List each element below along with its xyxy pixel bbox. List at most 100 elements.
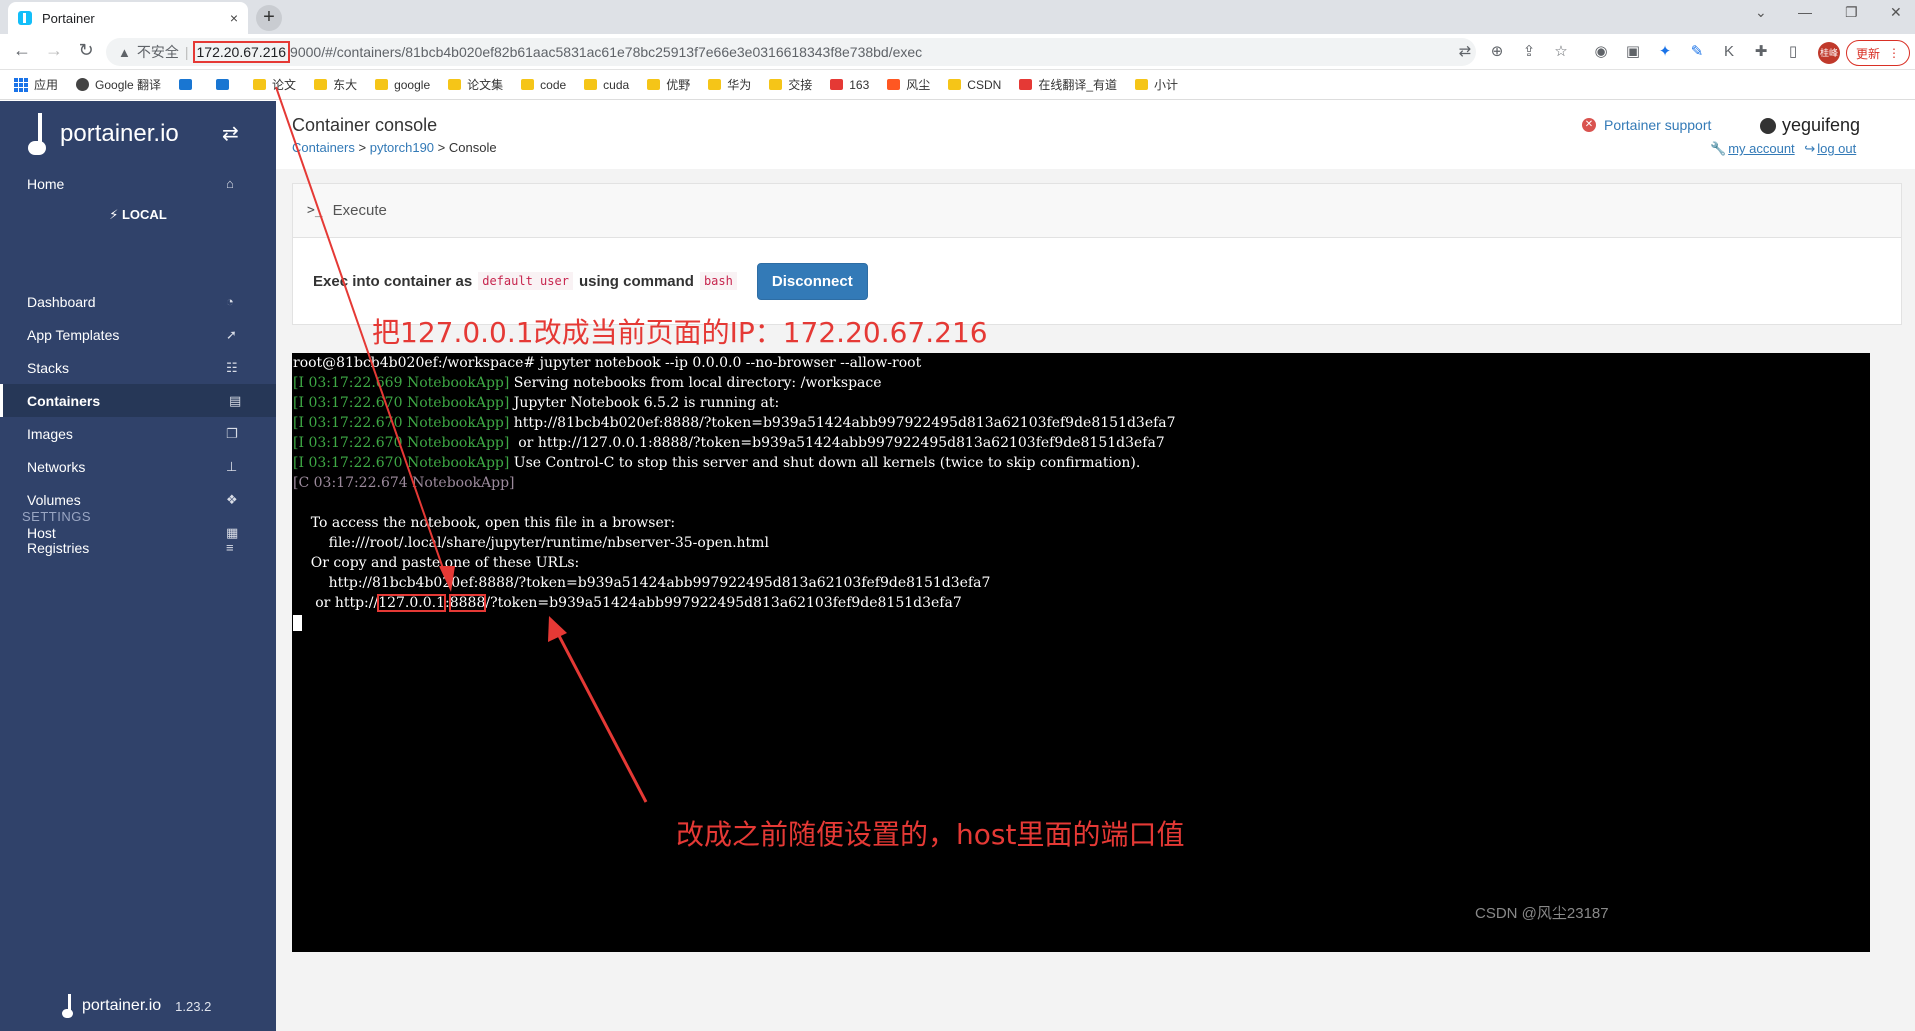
bookmark-item[interactable]: 论文 [253, 76, 296, 93]
version-label: 1.23.2 [175, 998, 212, 1014]
terminal-log-line: [I 03:17:22.670 NotebookApp] or http://1… [293, 433, 1870, 453]
sidebar-item-label: Stacks [27, 359, 70, 376]
sidebar-item-images[interactable]: Images ❐ [0, 417, 276, 450]
sidebar-item-dashboard[interactable]: Dashboard ◔ [0, 285, 276, 318]
back-icon[interactable]: ← [10, 40, 34, 61]
bookmark-label: 东大 [333, 78, 358, 92]
tab-title: Portainer [42, 10, 95, 26]
endpoint-label: LOCAL [121, 207, 167, 222]
bookmark-item[interactable]: cuda [584, 78, 629, 92]
sidebar-item-label: Images [27, 425, 73, 442]
update-button[interactable]: 更新 ⋮ [1846, 40, 1910, 66]
extension-glasses-icon[interactable]: ◉ [1592, 43, 1610, 61]
bookmark-item[interactable]: 小计 [1135, 76, 1178, 93]
sign-out-icon: ↪ [1804, 141, 1816, 156]
terminal-console[interactable]: root@81bcb4b020ef:/workspace# jupyter no… [292, 353, 1870, 952]
close-tab-icon[interactable]: × [230, 10, 238, 26]
portainer-support-link[interactable]: ✕ Portainer support [1582, 117, 1711, 133]
browser-tab-bar: Portainer × + ⌄ — ❐ ✕ [0, 0, 1915, 34]
breadcrumb-separator: > [437, 140, 446, 155]
bookmark-item[interactable]: google [375, 78, 430, 92]
bookmark-label: cuda [603, 77, 630, 92]
terminal-line: [C 03:17:22.674 NotebookApp] [293, 473, 1870, 493]
highlight-ip: 127.0.0.1 [377, 594, 446, 612]
portainer-favicon-icon [18, 11, 32, 25]
more-menu-icon[interactable]: ⋮ [1888, 46, 1900, 60]
extension-translate-icon[interactable]: ✦ [1656, 43, 1674, 61]
bookmark-item[interactable]: Google 翻译 [76, 76, 161, 93]
bookmark-label: 在线翻译_有道 [1038, 78, 1117, 92]
breadcrumb-containers-link[interactable]: Containers [292, 140, 355, 155]
insecure-label[interactable]: 不安全 [137, 42, 179, 62]
terminal-scrollbar[interactable] [1870, 353, 1886, 952]
breadcrumb-container-link[interactable]: pytorch190 [370, 140, 434, 155]
sidebar-item-networks[interactable]: Networks ⊥ [0, 450, 276, 483]
zoom-icon[interactable]: ⊕ [1488, 43, 1506, 61]
switch-endpoint-icon[interactable]: ⇄ [222, 121, 239, 146]
disconnect-button[interactable]: Disconnect [756, 262, 868, 300]
bookmark-item[interactable]: 163 [830, 78, 869, 92]
terminal-line: file:///root/.local/share/jupyter/runtim… [293, 535, 769, 551]
folder-icon [769, 79, 783, 90]
dashboard-icon: ◔ [226, 294, 234, 309]
bookmark-item[interactable]: 交接 [769, 76, 812, 93]
main-content: Container console Containers > pytorch19… [276, 101, 1915, 1031]
bookmark-item[interactable]: 东大 [314, 76, 357, 93]
terminal-prompt-line: root@81bcb4b020ef:/workspace# jupyter no… [293, 355, 922, 371]
log-message: Serving notebooks from local directory: … [509, 375, 882, 391]
profile-avatar[interactable]: 桂峰 [1818, 42, 1840, 64]
extensions-puzzle-icon[interactable]: ✚ [1752, 43, 1770, 61]
tab-search-chevron-icon[interactable]: ⌄ [1755, 4, 1767, 21]
new-tab-button[interactable]: + [256, 5, 282, 31]
sidebar-item-app-templates[interactable]: App Templates ➚ [0, 318, 276, 351]
bookmark-item[interactable]: 优野 [647, 76, 690, 93]
restore-icon[interactable]: ❐ [1845, 4, 1858, 21]
folder-icon [948, 79, 962, 90]
address-bar[interactable]: ▲ 不安全 | 172.20.67.216 9000/#/containers/… [106, 38, 1476, 66]
bookmark-item[interactable]: 风尘 [887, 76, 930, 93]
account-links: 🔧 my account ↪ log out [1708, 141, 1856, 157]
terminal-log-line: [I 03:17:22.670 NotebookApp] Use Control… [293, 453, 1870, 473]
log-out-link[interactable]: log out [1817, 141, 1856, 156]
star-icon[interactable]: ☆ [1552, 43, 1570, 61]
extension-pen-icon[interactable]: ✎ [1688, 43, 1706, 61]
portainer-logo[interactable]: portainer.io [26, 109, 196, 159]
bookmark-item[interactable]: code [521, 78, 566, 92]
sidebar-item-stacks[interactable]: Stacks ☷ [0, 351, 276, 384]
bookmark-item[interactable]: 华为 [708, 76, 751, 93]
youdao-icon [1019, 79, 1033, 90]
folder-icon [584, 79, 598, 90]
bookmark-item[interactable] [216, 79, 235, 90]
sidebar-item-home[interactable]: Home ⌂ [0, 167, 276, 200]
log-tag: [I 03:17:22.670 NotebookApp] [293, 455, 510, 471]
bookmark-item[interactable] [179, 79, 198, 90]
extension-k-icon[interactable]: K [1720, 43, 1738, 61]
update-label: 更新 [1855, 46, 1880, 61]
bookmark-item[interactable]: 论文集 [448, 76, 503, 93]
forward-icon[interactable]: → [42, 40, 66, 61]
sidebar-item-label: Registries [27, 539, 90, 556]
endpoint-heading: ⚡ LOCAL [0, 207, 276, 223]
bookmark-item[interactable]: 应用 [14, 76, 58, 93]
browser-tab[interactable]: Portainer × [8, 2, 248, 34]
th-list-icon: ☷ [226, 359, 238, 375]
warning-icon[interactable]: ▲ [118, 45, 131, 60]
my-account-link[interactable]: my account [1728, 141, 1794, 156]
reload-icon[interactable]: ↻ [74, 40, 98, 61]
log-message: or http://127.0.0.1:8888/?token=b939a514… [509, 435, 1165, 451]
log-tag: [I 03:17:22.670 NotebookApp] [293, 435, 510, 451]
terminal-log-line: [I 03:17:22.669 NotebookApp] Serving not… [293, 373, 1870, 393]
url-colon: : [445, 595, 450, 611]
side-panel-icon[interactable]: ▯ [1784, 43, 1802, 61]
close-window-icon[interactable]: ✕ [1890, 4, 1902, 21]
sidebar-item-registries[interactable]: Registries ≡ [0, 531, 276, 564]
minimize-icon[interactable]: — [1798, 4, 1812, 20]
bookmark-item[interactable]: 在线翻译_有道 [1019, 76, 1117, 93]
translate-icon[interactable]: ⇄ [1456, 43, 1474, 61]
sidebar-item-containers[interactable]: Containers ▤ [0, 384, 276, 417]
share-icon[interactable]: ⇪ [1520, 43, 1538, 61]
bookmark-item[interactable]: CSDN [948, 78, 1001, 92]
extension-tampermonkey-icon[interactable]: ▣ [1624, 43, 1642, 61]
terminal-line: To access the notebook, open this file i… [293, 515, 676, 531]
